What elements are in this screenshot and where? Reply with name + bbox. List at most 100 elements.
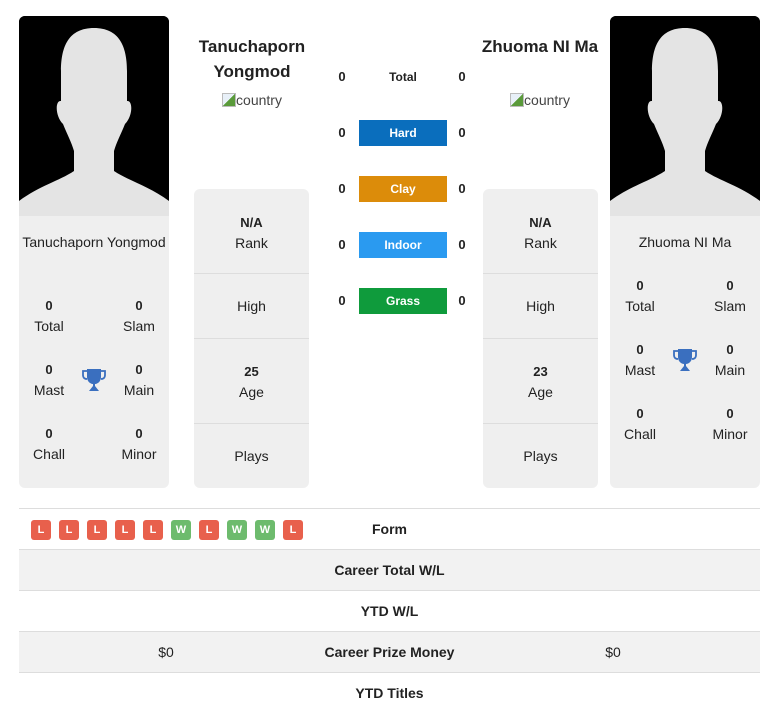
rank-label: Rank xyxy=(524,235,557,251)
player2-rank: N/A Rank xyxy=(483,189,598,274)
label: Mast xyxy=(33,382,65,398)
form-row: LLLLLWLWWL Form xyxy=(19,508,760,549)
rank-value: N/A xyxy=(529,215,552,230)
broken-image-icon xyxy=(222,93,237,107)
label: Main xyxy=(714,362,746,378)
label: Total xyxy=(34,318,64,334)
career-prize-money-row: $0 Career Prize Money $0 xyxy=(19,631,760,672)
surface-row-grass: 0 Grass 0 xyxy=(330,288,476,314)
player1-slam-stat: 0 Slam xyxy=(109,296,169,336)
broken-image-icon xyxy=(510,93,525,107)
player2-minor-stat: 0 Minor xyxy=(700,404,760,444)
player2-card-name: Zhuoma NI Ma xyxy=(638,234,732,250)
label: Chall xyxy=(624,426,656,442)
surface-label: Grass xyxy=(359,288,447,314)
surface-row-total: 0 Total 0 xyxy=(330,64,476,90)
p2-value: $0 xyxy=(605,644,621,660)
p1-value: 0 xyxy=(338,125,346,140)
player2-info-panel: N/A Rank High 23 Age Plays xyxy=(483,189,598,488)
player1-card: Tanuchaporn Yongmod 0 Total 0 Slam 0 Mast 0… xyxy=(19,216,169,488)
p1-value: 0 xyxy=(338,181,346,196)
player2-slam-stat: 0 Slam xyxy=(700,276,760,316)
p2-value: 0 xyxy=(458,181,466,196)
age-label: Age xyxy=(528,384,553,400)
p1-value: 0 xyxy=(338,69,346,84)
surface-row-hard: 0 Hard 0 xyxy=(330,120,476,146)
form-label: Form xyxy=(372,521,407,537)
player1-plays: Plays xyxy=(194,424,309,488)
value: 0 xyxy=(45,298,53,313)
age-value: 25 xyxy=(244,364,259,379)
surface-label: Indoor xyxy=(359,232,447,258)
player2-name-link[interactable]: Zhuoma NI Ma xyxy=(470,34,610,59)
row-label: Career Total W/L xyxy=(334,562,445,578)
p1-value: 0 xyxy=(338,237,346,252)
label: Slam xyxy=(123,318,155,334)
player1-minor-stat: 0 Minor xyxy=(109,424,169,464)
player2-main-stat: 0 Main xyxy=(700,340,760,380)
surface-label: Clay xyxy=(359,176,447,202)
value: 0 xyxy=(135,362,143,377)
label: Main xyxy=(123,382,155,398)
player2-plays: Plays xyxy=(483,424,598,488)
player1-chall-stat: 0 Chall xyxy=(19,424,79,464)
surface-label: Total xyxy=(389,70,417,84)
player2-card: Zhuoma NI Ma 0 Total 0 Slam 0 Mast 0 Main 0 C… xyxy=(610,216,760,488)
player1-country-flag: country xyxy=(182,92,322,108)
ytd-titles-row: YTD Titles xyxy=(19,672,760,713)
p2-value: 0 xyxy=(458,125,466,140)
player1-info-panel: N/A Rank High 25 Age Plays xyxy=(194,189,309,488)
player1-card-name: Tanuchaporn Yongmod xyxy=(22,234,166,250)
surface-label: Hard xyxy=(359,120,447,146)
silhouette-icon xyxy=(19,16,169,216)
plays-label: Plays xyxy=(234,448,269,464)
value: 0 xyxy=(45,362,53,377)
value: 0 xyxy=(726,342,734,357)
row-label: YTD W/L xyxy=(360,603,419,619)
player1-total-stat: 0 Total xyxy=(19,296,79,336)
surface-row-indoor: 0 Indoor 0 xyxy=(330,232,476,258)
player2-mast-stat: 0 Mast xyxy=(610,340,670,380)
player2-photo xyxy=(610,16,760,216)
trophy-icon xyxy=(82,369,106,391)
rank-label: Rank xyxy=(235,235,268,251)
value: 0 xyxy=(726,406,734,421)
label: Total xyxy=(625,298,655,314)
player1-high: High xyxy=(194,274,309,339)
high-label: High xyxy=(526,298,555,314)
p2-value: 0 xyxy=(458,69,466,84)
player1-name-link[interactable]: Tanuchaporn Yongmod xyxy=(182,34,322,84)
row-label: YTD Titles xyxy=(355,685,424,701)
value: 0 xyxy=(45,426,53,441)
rank-value: N/A xyxy=(240,215,263,230)
value: 0 xyxy=(636,278,644,293)
p2-value: 0 xyxy=(458,293,466,308)
silhouette-icon xyxy=(610,16,760,216)
trophy-icon xyxy=(673,349,697,371)
value: 0 xyxy=(135,426,143,441)
age-value: 23 xyxy=(533,364,548,379)
label: Chall xyxy=(33,446,65,462)
player1-mast-stat: 0 Mast xyxy=(19,360,79,400)
player2-total-stat: 0 Total xyxy=(610,276,670,316)
high-label: High xyxy=(237,298,266,314)
plays-label: Plays xyxy=(523,448,558,464)
player1-age: 25 Age xyxy=(194,339,309,424)
label: Minor xyxy=(712,426,748,442)
value: 0 xyxy=(726,278,734,293)
flag-alt-text: country xyxy=(236,92,282,108)
p2-value: 0 xyxy=(458,237,466,252)
value: 0 xyxy=(636,406,644,421)
player1-rank: N/A Rank xyxy=(194,189,309,274)
label: Slam xyxy=(714,298,746,314)
value: 0 xyxy=(636,342,644,357)
flag-alt-text: country xyxy=(524,92,570,108)
label: Minor xyxy=(121,446,157,462)
player2-country-flag: country xyxy=(470,92,610,108)
player2-high: High xyxy=(483,274,598,339)
p1-value: 0 xyxy=(338,293,346,308)
career-total-wl-row: Career Total W/L xyxy=(19,549,760,590)
value: 0 xyxy=(135,298,143,313)
label: Mast xyxy=(624,362,656,378)
player1-photo xyxy=(19,16,169,216)
